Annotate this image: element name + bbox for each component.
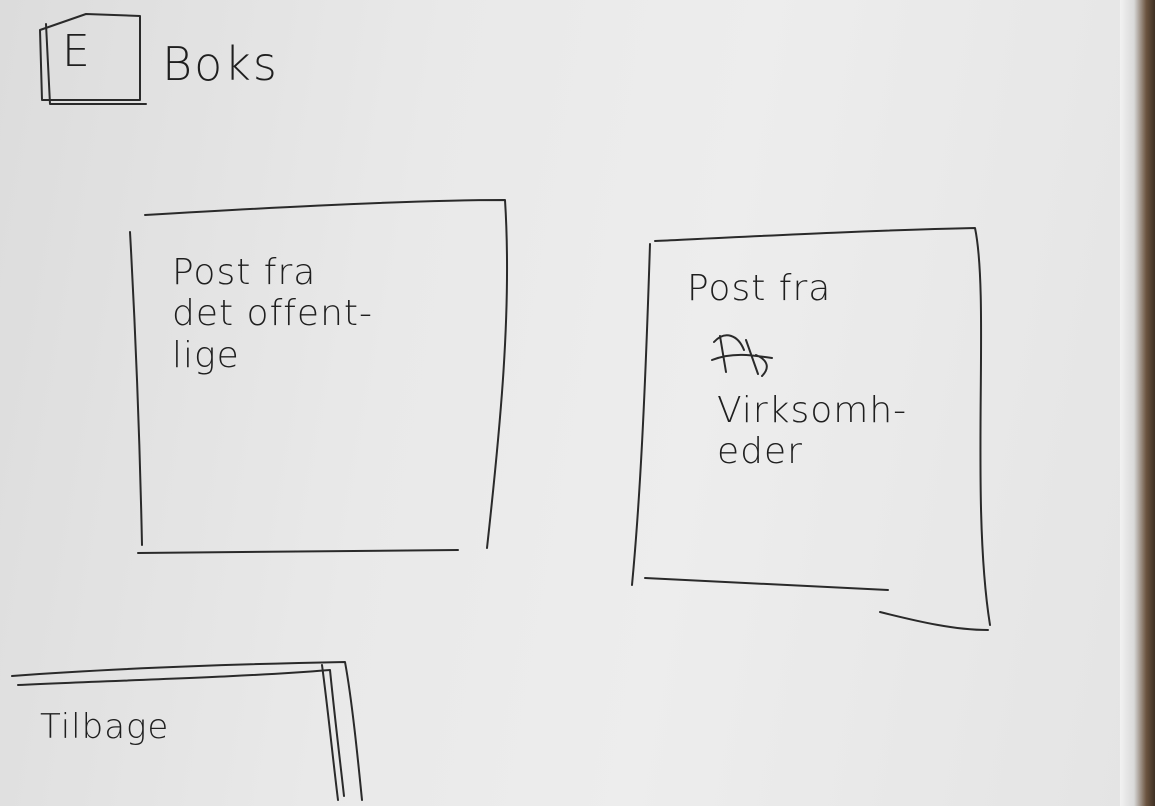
card-business-mail[interactable]: Post fra Virksomh- eder <box>632 228 992 628</box>
back-button-label: Tilbage <box>40 707 170 747</box>
back-button[interactable]: Tilbage <box>12 662 362 806</box>
logo-box-outline <box>39 13 141 101</box>
card-public-mail[interactable]: Post fra det offent- lige <box>130 200 510 555</box>
card-business-label-bottom: Virksomh- eder <box>717 390 908 473</box>
app-title: Boks <box>162 37 279 91</box>
card-public-label: Post fra det offent- lige <box>172 252 374 376</box>
card-business-label-top: Post fra <box>687 268 832 309</box>
logo-letter: E <box>62 26 90 77</box>
